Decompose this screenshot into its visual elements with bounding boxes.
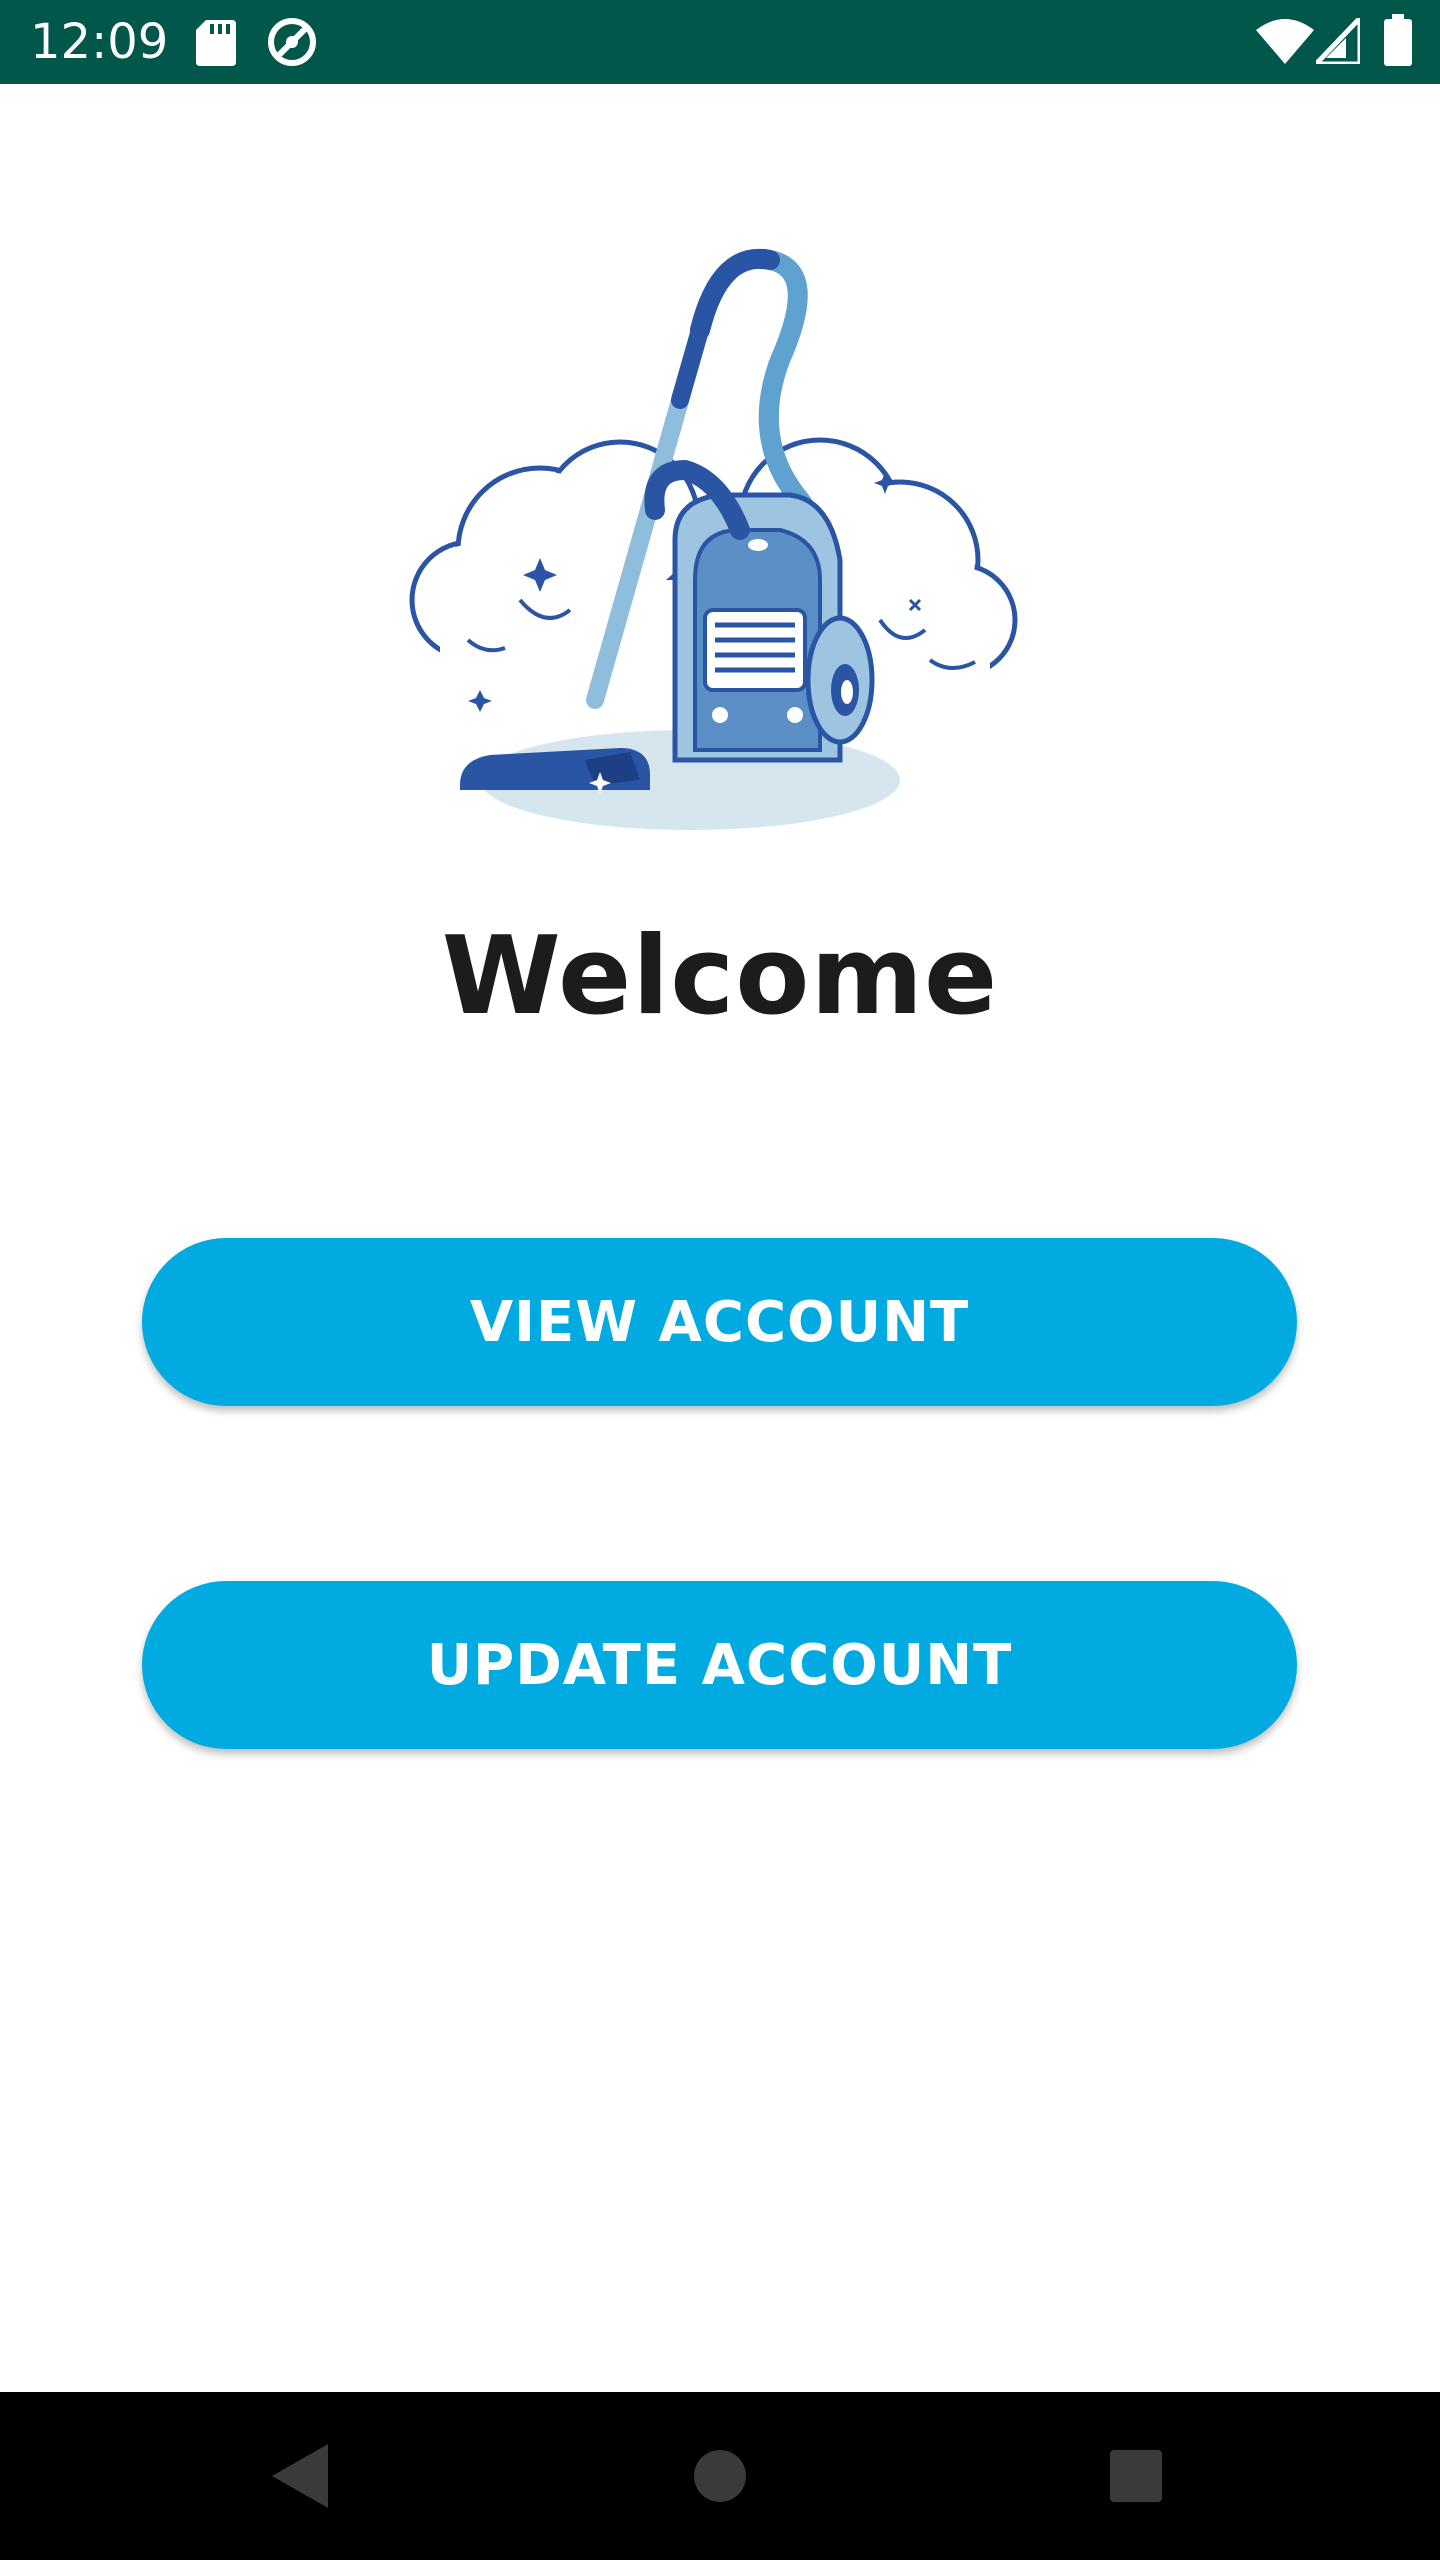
cellular-signal-icon bbox=[1316, 18, 1360, 64]
welcome-title: Welcome bbox=[441, 914, 999, 1039]
home-icon[interactable] bbox=[694, 2450, 746, 2502]
back-icon[interactable] bbox=[272, 2444, 328, 2508]
status-time: 12:09 bbox=[30, 14, 169, 70]
update-account-button[interactable]: UPDATE ACCOUNT bbox=[142, 1581, 1297, 1749]
recents-icon[interactable] bbox=[1110, 2450, 1162, 2502]
battery-icon bbox=[1384, 14, 1412, 66]
sync-blocked-icon bbox=[268, 18, 316, 66]
main-content: Welcome VIEW ACCOUNT UPDATE ACCOUNT bbox=[0, 84, 1440, 2392]
wifi-icon bbox=[1256, 19, 1314, 64]
sd-card-icon bbox=[196, 20, 236, 66]
vacuum-cleaner-logo bbox=[409, 248, 1018, 830]
navigation-bar bbox=[0, 2392, 1440, 2560]
status-bar: 12:09 bbox=[0, 0, 1440, 84]
view-account-button[interactable]: VIEW ACCOUNT bbox=[142, 1238, 1297, 1406]
